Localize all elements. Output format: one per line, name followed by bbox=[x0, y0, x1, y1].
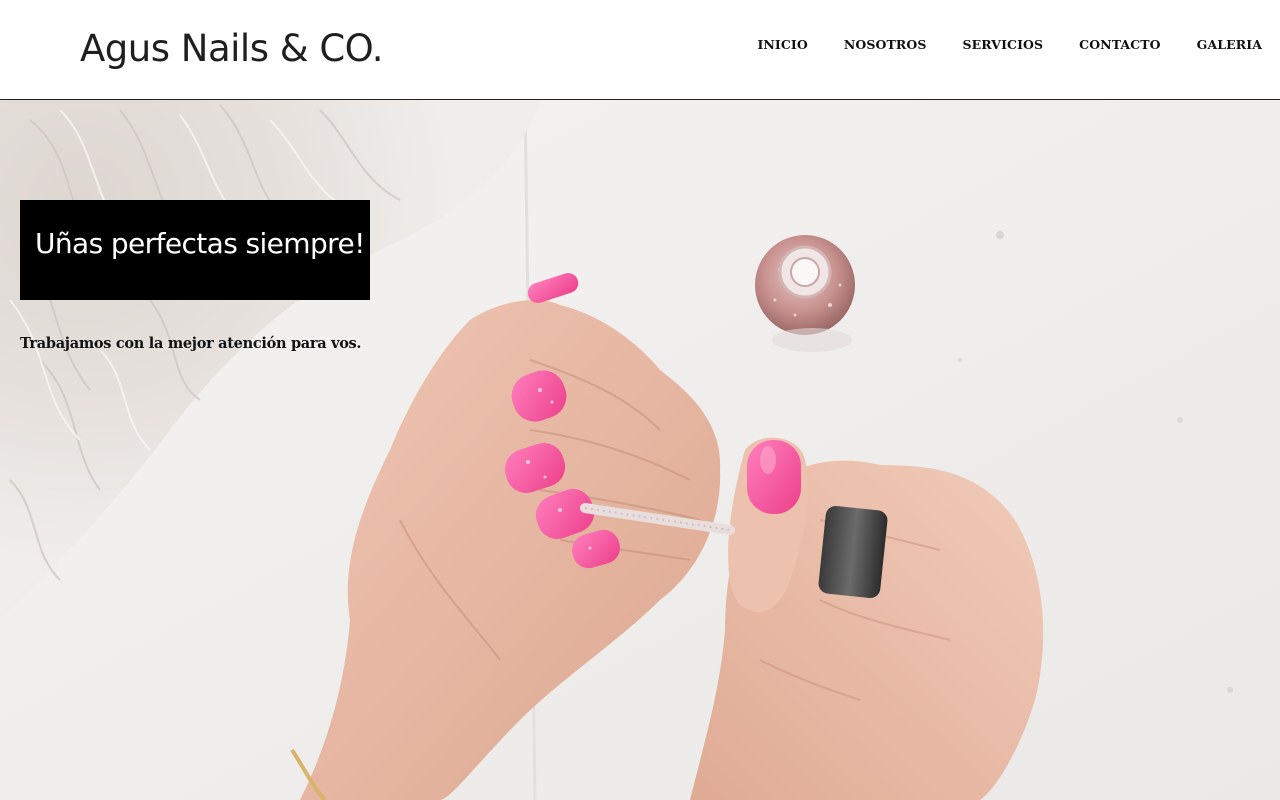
hero-tagline: Trabajamos con la mejor atención para vo… bbox=[20, 335, 362, 352]
hero-section: Uñas perfectas siempre! Trabajamos con l… bbox=[0, 100, 1280, 800]
nav-item-contacto[interactable]: CONTACTO bbox=[1079, 37, 1161, 53]
headline-box: Uñas perfectas siempre! bbox=[20, 200, 370, 300]
site-logo[interactable]: Agus Nails & CO. bbox=[80, 24, 384, 74]
main-nav: INICIO NOSOTROS SERVICIOS CONTACTO GALER… bbox=[721, 37, 1262, 53]
site-header: Agus Nails & CO. INICIO NOSOTROS SERVICI… bbox=[0, 0, 1280, 100]
nav-item-galeria[interactable]: GALERIA bbox=[1197, 37, 1262, 53]
nav-item-servicios[interactable]: SERVICIOS bbox=[962, 37, 1043, 53]
nav-item-inicio[interactable]: INICIO bbox=[757, 37, 807, 53]
hero-headline: Uñas perfectas siempre! bbox=[35, 227, 365, 260]
nav-item-nosotros[interactable]: NOSOTROS bbox=[844, 37, 927, 53]
